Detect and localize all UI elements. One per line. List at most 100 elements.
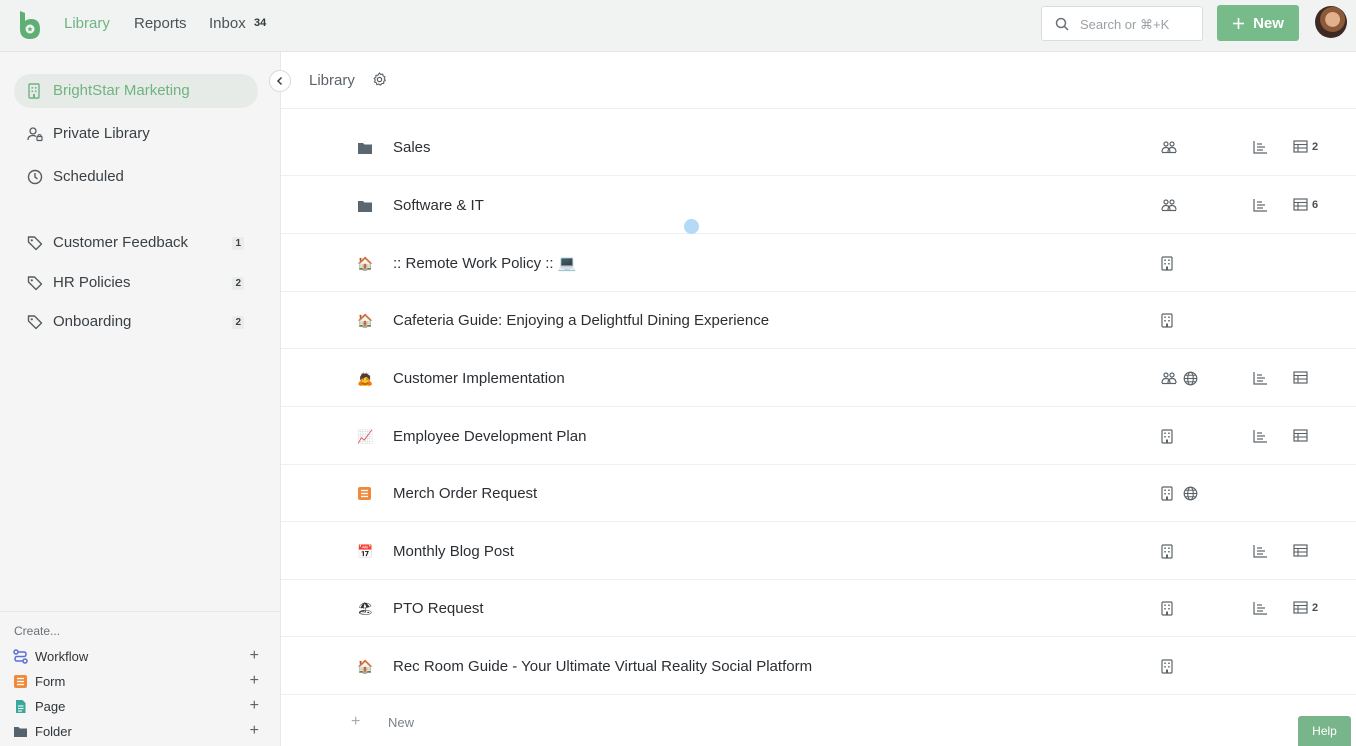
collapse-sidebar-button[interactable] xyxy=(269,70,291,92)
sidebar: BrightStar Marketing Private Library Sch… xyxy=(0,52,281,746)
add-icon[interactable]: + xyxy=(250,648,259,664)
table-view-button[interactable] xyxy=(1293,371,1308,384)
table-icon xyxy=(1293,198,1308,211)
plus-icon xyxy=(1232,17,1245,30)
nav-reports[interactable]: Reports xyxy=(134,15,187,33)
library-row-merch-order-request[interactable]: Merch Order Request xyxy=(281,465,1356,522)
row-title: PTO Request xyxy=(393,600,484,617)
mouse-cursor-indicator xyxy=(684,219,699,234)
row-title: Sales xyxy=(393,139,431,156)
library-row-rec-room-guide[interactable]: 🏠 Rec Room Guide - Your Ultimate Virtual… xyxy=(281,638,1356,695)
building-icon xyxy=(1161,486,1173,501)
sidebar-tag-customer-feedback[interactable]: Customer Feedback 1 xyxy=(14,226,258,260)
search-icon xyxy=(1055,17,1069,31)
sidebar-item-label: Private Library xyxy=(53,125,150,142)
table-icon xyxy=(1293,601,1308,614)
library-row-software-it[interactable]: Software & IT 6 xyxy=(281,177,1356,234)
help-button[interactable]: Help xyxy=(1298,716,1351,746)
form-icon xyxy=(357,486,373,502)
add-icon[interactable]: + xyxy=(250,698,259,714)
divider xyxy=(0,611,280,612)
create-item-label: Page xyxy=(35,699,66,714)
building-icon xyxy=(1161,601,1173,616)
nav-library[interactable]: Library xyxy=(64,15,110,33)
table-view-button[interactable] xyxy=(1293,429,1308,442)
add-icon[interactable]: + xyxy=(250,723,259,739)
sidebar-item-label: BrightStar Marketing xyxy=(53,82,190,99)
report-icon[interactable] xyxy=(1253,601,1268,615)
form-icon xyxy=(13,674,28,689)
sidebar-tag-label: Customer Feedback xyxy=(53,234,189,251)
create-folder[interactable]: Folder + xyxy=(13,722,265,742)
calendar-emoji-icon: 📅 xyxy=(357,544,374,559)
breadcrumb[interactable]: Library xyxy=(309,72,355,89)
create-item-label: Form xyxy=(35,674,66,689)
add-icon[interactable]: + xyxy=(250,673,259,689)
sidebar-item-label: Scheduled xyxy=(53,168,124,185)
beach-emoji-icon: 🏖 xyxy=(357,601,374,616)
house-emoji-icon: 🏠 xyxy=(357,313,374,328)
row-title: Cafeteria Guide: Enjoying a Delightful D… xyxy=(393,312,770,329)
table-count: 6 xyxy=(1312,198,1319,211)
plus-icon: + xyxy=(351,713,361,730)
globe-icon xyxy=(1183,486,1198,501)
library-row-remote-work-policy[interactable]: 🏠 :: Remote Work Policy :: 💻 xyxy=(281,235,1356,292)
report-icon[interactable] xyxy=(1253,140,1268,154)
table-view-button[interactable]: 2 xyxy=(1293,601,1318,614)
nav-inbox[interactable]: Inbox xyxy=(209,15,246,33)
gear-icon[interactable] xyxy=(372,72,387,87)
row-title: Monthly Blog Post xyxy=(393,543,514,560)
create-form[interactable]: Form + xyxy=(13,672,265,692)
folder-icon xyxy=(13,724,28,739)
sidebar-item-brightstar-marketing[interactable]: BrightStar Marketing xyxy=(14,74,258,108)
new-button[interactable]: New xyxy=(1217,5,1299,41)
library-row-pto-request[interactable]: 🏖 PTO Request 2 xyxy=(281,580,1356,637)
report-icon[interactable] xyxy=(1253,198,1268,212)
sidebar-item-private-library[interactable]: Private Library xyxy=(14,117,258,151)
library-row-monthly-blog-post[interactable]: 📅 Monthly Blog Post xyxy=(281,523,1356,580)
report-icon[interactable] xyxy=(1253,429,1268,443)
building-icon xyxy=(1161,256,1173,271)
table-icon xyxy=(1293,429,1308,442)
sidebar-tag-label: Onboarding xyxy=(53,313,132,330)
bowing-emoji-icon: 🙇 xyxy=(357,371,374,386)
globe-icon xyxy=(1183,371,1198,386)
user-lock-icon xyxy=(27,126,43,142)
search-box[interactable] xyxy=(1041,6,1203,41)
table-view-button[interactable] xyxy=(1293,544,1308,557)
library-row-customer-implementation[interactable]: 🙇 Customer Implementation xyxy=(281,350,1356,407)
tag-icon xyxy=(27,314,43,330)
new-button-label: New xyxy=(1253,14,1284,32)
building-icon xyxy=(1161,313,1173,328)
create-section-label: Create... xyxy=(14,624,61,638)
app-logo-icon[interactable] xyxy=(16,9,44,41)
report-icon[interactable] xyxy=(1253,371,1268,385)
library-row-sales[interactable]: Sales 2 xyxy=(281,119,1356,176)
library-row-employee-development-plan[interactable]: 📈 Employee Development Plan xyxy=(281,408,1356,465)
main-content: Library Sales 2 Software & IT 6 🏠 :: Rem… xyxy=(269,52,1356,746)
table-view-button[interactable]: 6 xyxy=(1293,198,1318,211)
group-icon xyxy=(1161,140,1177,154)
user-avatar[interactable] xyxy=(1315,6,1347,38)
tag-count-badge: 2 xyxy=(232,316,244,329)
building-icon xyxy=(27,83,41,99)
clock-icon xyxy=(27,169,43,185)
sidebar-tag-hr-policies[interactable]: HR Policies 2 xyxy=(14,266,258,300)
create-item-label: Folder xyxy=(35,724,72,739)
inbox-count-badge: 34 xyxy=(254,17,267,29)
row-title: :: Remote Work Policy :: 💻 xyxy=(393,255,577,272)
create-workflow[interactable]: Workflow + xyxy=(13,647,265,667)
sidebar-tag-onboarding[interactable]: Onboarding 2 xyxy=(14,305,258,339)
house-emoji-icon: 🏠 xyxy=(357,256,374,271)
table-view-button[interactable]: 2 xyxy=(1293,140,1318,153)
report-icon[interactable] xyxy=(1253,544,1268,558)
library-row-cafeteria-guide[interactable]: 🏠 Cafeteria Guide: Enjoying a Delightful… xyxy=(281,292,1356,349)
create-page[interactable]: Page + xyxy=(13,697,265,717)
tag-icon xyxy=(27,275,43,291)
search-input[interactable] xyxy=(1080,15,1198,33)
group-icon xyxy=(1161,371,1177,385)
sidebar-item-scheduled[interactable]: Scheduled xyxy=(14,160,258,194)
building-icon xyxy=(1161,659,1173,674)
row-title: Employee Development Plan xyxy=(393,428,587,445)
create-item-label: Workflow xyxy=(35,649,89,664)
